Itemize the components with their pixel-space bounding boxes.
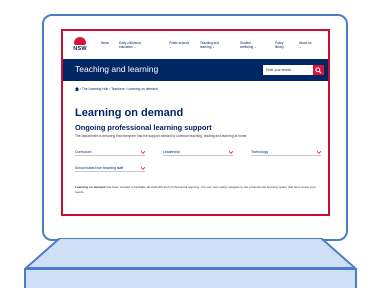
home-icon[interactable] <box>75 87 79 92</box>
filter-underline <box>163 155 233 156</box>
nav-item-public-schools[interactable]: Public schools ⌄ <box>169 41 191 49</box>
filter-label: Leadership <box>163 150 180 154</box>
breadcrumb: › The Learning Hub › Teachers › Learning… <box>75 87 158 92</box>
filter-underline <box>75 171 145 172</box>
top-navigation: NSW News Early childhood education ⌄ Pub… <box>63 31 328 59</box>
filter-label: Technology <box>251 150 269 154</box>
filter-school-based-staff[interactable]: School based non teaching staff <box>75 164 145 172</box>
filter-technology[interactable]: Technology <box>251 148 321 156</box>
nav-item-policy-library[interactable]: Policy library <box>275 41 291 49</box>
footer-bold-text: Learning on demand <box>75 185 106 189</box>
page-subtitle: Ongoing professional learning support <box>75 123 212 132</box>
search-button[interactable] <box>313 65 324 75</box>
page-title: Learning on demand <box>75 107 184 119</box>
website-screen: NSW News Early childhood education ⌄ Pub… <box>61 29 330 216</box>
chevron-down-icon <box>141 166 145 170</box>
nav-item-teaching-learning[interactable]: Teaching and learning ⌄ <box>200 41 228 49</box>
chevron-down-icon <box>141 150 145 154</box>
filter-curriculum[interactable]: Curriculum <box>75 148 145 156</box>
search-input[interactable]: Enter your search... <box>263 65 313 75</box>
breadcrumb-trail[interactable]: › The Learning Hub › Teachers › Learning… <box>80 87 158 91</box>
footer-description: Learning on demand has been created to f… <box>75 185 320 195</box>
filter-leadership[interactable]: Leadership <box>163 148 233 156</box>
filter-label: School based non teaching staff <box>75 166 124 170</box>
laptop-keyboard-deck <box>24 238 357 268</box>
nav-item-about-us[interactable]: About us ⌄ <box>299 41 315 49</box>
filter-underline <box>75 155 145 156</box>
nsw-logo[interactable]: NSW <box>71 36 89 54</box>
nav-item-student-wellbeing[interactable]: Student wellbeing ⌄ <box>240 41 264 49</box>
laptop-base <box>24 268 357 288</box>
nav-item-early-childhood[interactable]: Early childhood education ⌄ <box>119 41 153 49</box>
chevron-down-icon <box>317 150 321 154</box>
search-icon <box>315 66 322 74</box>
banner-title: Teaching and learning <box>75 64 159 74</box>
waratah-icon <box>74 37 86 45</box>
footer-body-text: has been created to facilitate all staff… <box>75 185 316 194</box>
section-banner: Teaching and learning Enter your search.… <box>63 59 328 81</box>
nav-item-news[interactable]: News <box>101 41 109 45</box>
filter-underline <box>251 155 321 156</box>
filter-label: Curriculum <box>75 150 92 154</box>
chevron-down-icon <box>229 150 233 154</box>
page-intro: The department is ensuring that everyone… <box>75 134 248 138</box>
logo-text: NSW <box>73 46 87 52</box>
